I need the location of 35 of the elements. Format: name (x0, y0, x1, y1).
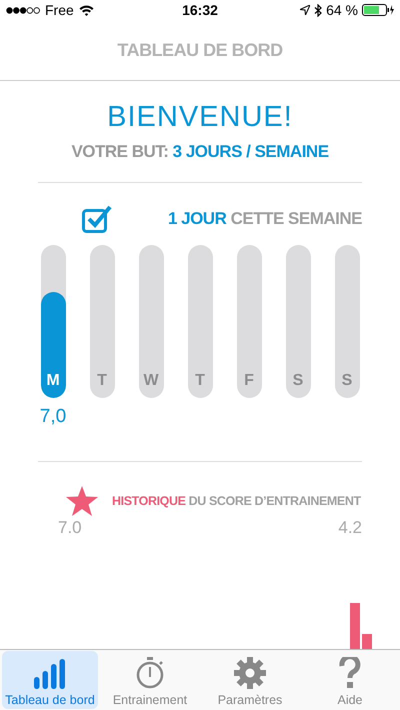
tab-button[interactable]: Paramètres (202, 651, 298, 709)
location-icon (300, 5, 310, 15)
gear-icon (234, 657, 266, 689)
signal-icon (6, 6, 40, 14)
last-score: 4.2 (338, 518, 362, 538)
star-icon (66, 486, 98, 516)
first-score: 7.0 (58, 518, 82, 538)
day-letter: M (45, 372, 61, 390)
day-letter: S (292, 372, 304, 390)
tab-button[interactable]: Tableau de bord (2, 651, 98, 709)
day-letter: T (194, 372, 206, 390)
carrier-name: Free (45, 2, 74, 18)
wifi-icon (78, 4, 94, 16)
days-count: 1 JOUR (168, 209, 226, 228)
tab-button[interactable]: Aide (302, 651, 398, 709)
clock-time: 16:32 (182, 2, 218, 18)
nav-title: TABLEAU DE BORD (117, 40, 283, 60)
goal-label: VOTRE BUT: (71, 142, 168, 161)
battery-percent: 64 % (326, 2, 358, 18)
history-title: HISTORIQUE (112, 494, 186, 508)
bar-chart-icon (34, 659, 66, 689)
day-letter: W (142, 372, 160, 390)
bluetooth-icon (314, 4, 322, 16)
battery-charging-icon (362, 4, 394, 16)
tab-button[interactable]: Entrainement (102, 651, 198, 709)
day-letter: F (243, 372, 255, 390)
goal-value: 3 JOURS / SEMAINE (172, 142, 329, 161)
stopwatch-icon (136, 657, 164, 689)
history-subtitle: DU SCORE D’ENTRAINEMENT (188, 494, 361, 508)
help-icon (339, 657, 361, 689)
day-letter: S (340, 372, 354, 390)
day-letter: T (96, 372, 108, 390)
welcome-heading: BIENVENUE! (107, 101, 293, 134)
week-label: CETTE SEMAINE (230, 209, 362, 228)
day-score: 7,0 (40, 406, 66, 428)
